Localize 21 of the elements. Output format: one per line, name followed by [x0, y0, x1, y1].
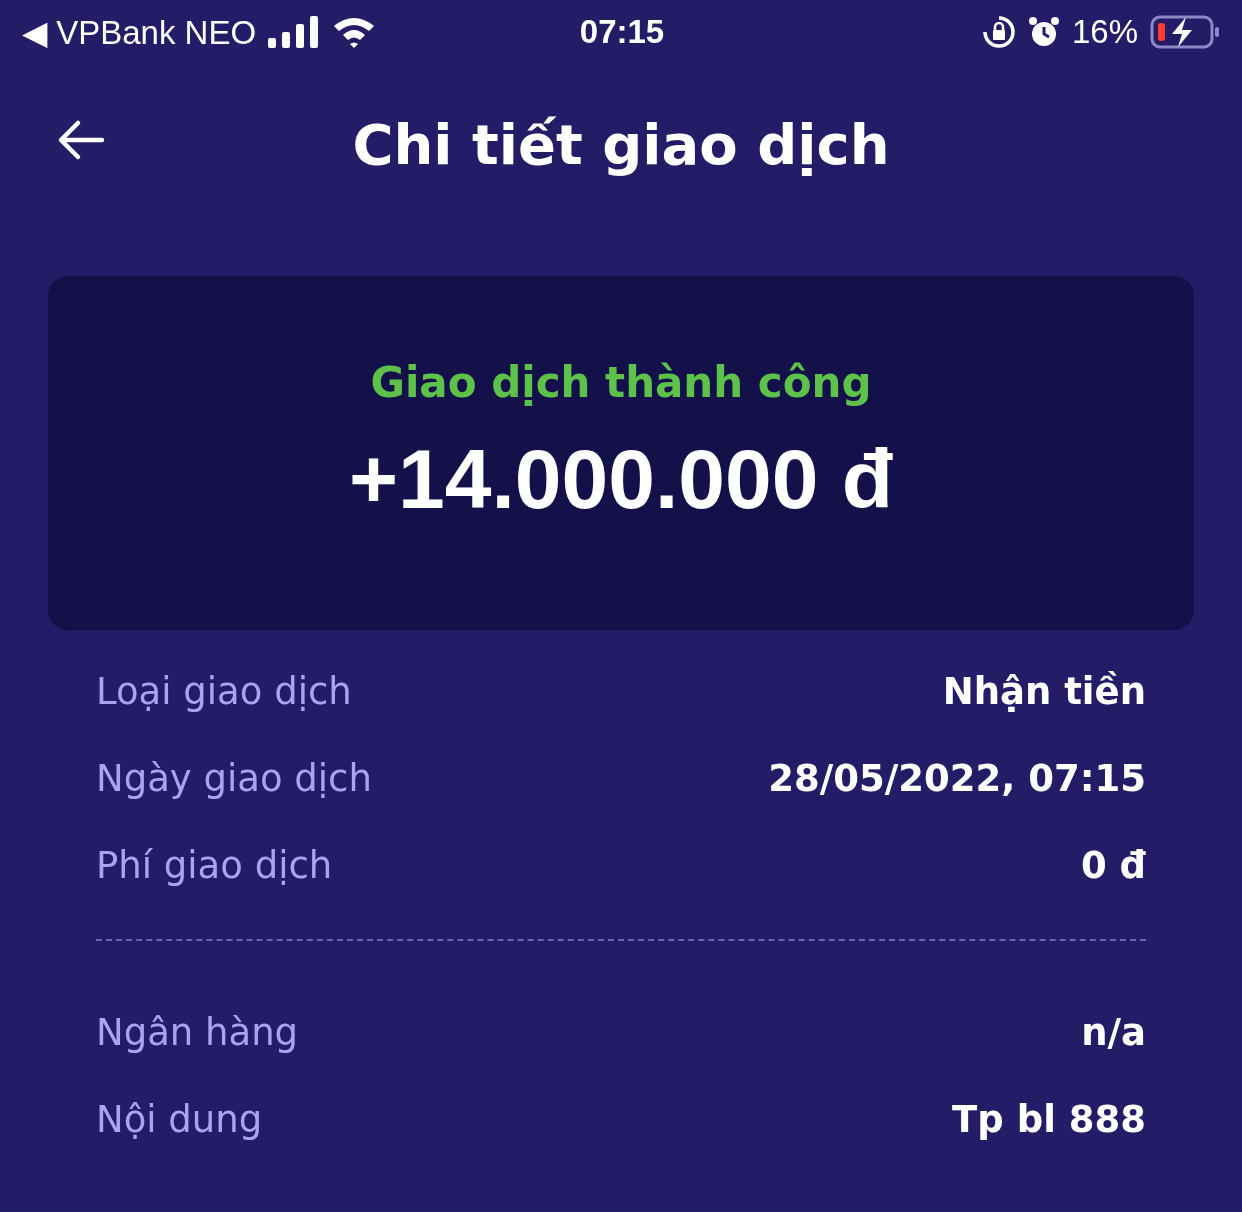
detail-value: n/a — [1081, 1011, 1146, 1054]
detail-label: Ngân hàng — [96, 1011, 299, 1054]
page-title: Chi tiết giao dịch — [352, 111, 890, 177]
detail-label: Phí giao dịch — [96, 844, 333, 887]
alarm-icon — [1027, 15, 1060, 49]
detail-label: Loại giao dịch — [96, 670, 352, 713]
detail-value: Tp bl 888 — [952, 1098, 1146, 1141]
battery-percentage: 16% — [1071, 13, 1138, 51]
status-text: Giao dịch thành công — [370, 358, 872, 407]
detail-value: 0 đ — [1080, 844, 1146, 887]
rotation-lock-icon — [981, 15, 1016, 49]
back-to-app-link[interactable]: ◀ VPBank NEO — [22, 12, 257, 52]
amount-text: +14.000.000 đ — [348, 431, 894, 528]
battery-charging-icon — [1150, 15, 1222, 49]
wifi-icon — [332, 16, 377, 48]
detail-value: Nhận tiền — [942, 670, 1146, 713]
clock-time: 07:15 — [579, 13, 665, 51]
detail-value: 28/05/2022, 07:15 — [768, 757, 1146, 800]
detail-label: Ngày giao dịch — [96, 757, 372, 800]
detail-label: Nội dung — [96, 1098, 263, 1141]
signal-icon — [268, 16, 321, 48]
